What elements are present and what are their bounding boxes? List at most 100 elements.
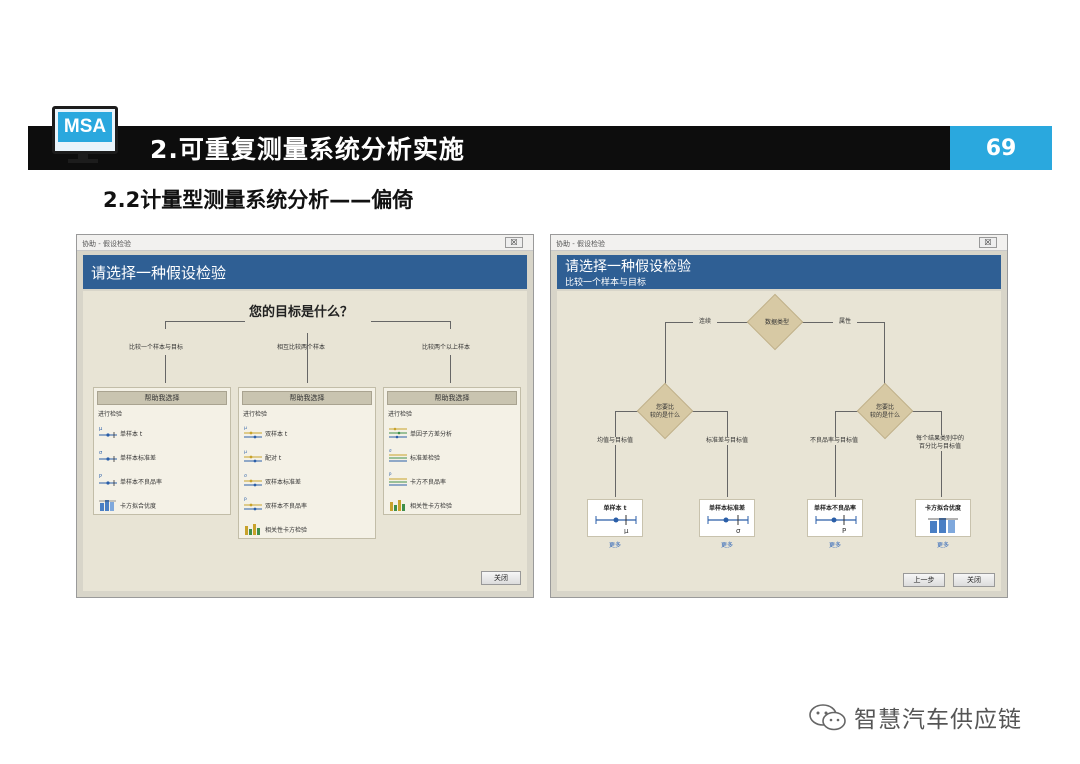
edge-label-continuous: 连续 — [693, 318, 717, 326]
svg-text:P: P — [244, 497, 247, 503]
card-symbol: σ — [736, 527, 741, 534]
test-item-one-way-anova[interactable]: 单因子方差分析 — [384, 422, 520, 446]
svg-text:μ: μ — [244, 426, 247, 431]
test-item-2-sample-stdev[interactable]: σ 双样本标准差 — [239, 470, 375, 494]
svg-text:P: P — [389, 472, 392, 477]
card-1-proportion[interactable]: 单样本不良品率 P — [807, 499, 863, 537]
hypothesis-test-dialog-goal: 协助 - 假设检验 ☒ 请选择一种假设检验 您的目标是什么？ 比较一个样本与目标… — [76, 234, 534, 598]
panel-two-samples: 帮助我选择 进行检验 μ 双样本 t μ 配对 t σ 双样本标准差 P 双样本… — [238, 387, 376, 539]
edge-label-attribute: 属性 — [833, 318, 857, 326]
branch-label-one-sample: 比较一个样本与目标 — [129, 344, 184, 351]
test-item-chi-square-proportions[interactable]: P 卡方不良品率 — [384, 470, 520, 494]
close-button[interactable]: 关闭 — [953, 573, 995, 587]
test-item-2-sample-t[interactable]: μ 双样本 t — [239, 422, 375, 446]
leaf-label-percent: 每个结果类别中的 百分比与目标值 — [907, 435, 973, 451]
bar-chart-icon — [928, 518, 958, 533]
test-item-chi-square-gof[interactable]: 卡方拟合优度 — [94, 494, 230, 518]
window-title: 协助 - 假设检验 — [82, 240, 131, 248]
decision-label: 您要比 较的是什么 — [867, 404, 903, 420]
multi-p-icon: P — [389, 472, 407, 486]
window-close-button[interactable]: ☒ — [979, 237, 997, 248]
connector-line — [884, 322, 885, 388]
test-item-label: 单因子方差分析 — [410, 431, 453, 438]
card-chi-square-gof[interactable]: 卡方拟合优度 — [915, 499, 971, 537]
test-item-paired-t[interactable]: μ 配对 t — [239, 446, 375, 470]
banner-subtitle: 比较一个样本与目标 — [565, 278, 647, 288]
test-item-label: 卡方拟合优度 — [120, 503, 157, 510]
card-1-sample-t[interactable]: 单样本 t μ — [587, 499, 643, 537]
panel-more-samples: 帮助我选择 进行检验 单因子方差分析 σ 标准差检验 P 卡方不良品率 相关性卡… — [383, 387, 521, 515]
leaf-label-line: 每个结果类别中的 — [915, 435, 964, 442]
window-close-button[interactable]: ☒ — [505, 237, 523, 248]
test-item-1-sample-t[interactable]: μ 单样本 t — [94, 422, 230, 446]
svg-text:σ: σ — [389, 448, 392, 453]
test-item-2-proportions[interactable]: P 双样本不良品率 — [239, 494, 375, 518]
connector-line — [165, 321, 166, 329]
card-1-sample-stdev[interactable]: 单样本标准差 σ — [699, 499, 755, 537]
test-item-label: 卡方不良品率 — [410, 479, 447, 486]
svg-text:σ: σ — [244, 474, 247, 479]
mu-two-interval-icon: μ — [244, 426, 262, 439]
sigma-interval-icon: σ — [99, 450, 117, 462]
slide-title: 2.可重复测量系统分析实施 — [150, 135, 465, 164]
bar-chart-green-icon — [390, 500, 405, 511]
card-symbol: μ — [624, 527, 629, 534]
connector-arrow — [307, 333, 308, 383]
msa-monitor-icon: MSA — [52, 106, 118, 154]
panel-subheading: 进行检验 — [98, 411, 123, 418]
connector-line — [450, 321, 451, 329]
banner-title: 请选择一种假设检验 — [91, 264, 227, 282]
more-link[interactable]: 更多 — [915, 540, 971, 549]
close-button[interactable]: 关闭 — [481, 571, 521, 585]
mu-target-icon: μ — [595, 515, 637, 534]
test-item-label: 双样本 t — [265, 431, 288, 438]
svg-text:σ: σ — [99, 450, 103, 456]
card-title: 单样本标准差 — [708, 505, 745, 512]
connector-line — [665, 322, 666, 388]
panel-subheading: 进行检验 — [243, 411, 268, 418]
slide-subtitle: 2.2计量型测量系统分析——偏倚 — [103, 188, 414, 212]
hypothesis-test-dialog-one-sample: 协助 - 假设检验 ☒ 请选择一种假设检验 比较一个样本与目标 数据类型 连续 … — [550, 234, 1008, 598]
connector-line — [371, 321, 451, 322]
test-item-label: 相关性卡方检验 — [410, 503, 453, 510]
test-item-chi-square-association[interactable]: 相关性卡方检验 — [239, 518, 375, 542]
test-item-label: 相关性卡方检验 — [265, 527, 308, 534]
leaf-label-proportion: 不良品率与目标值 — [801, 437, 867, 445]
sigma-target-icon: σ — [707, 515, 749, 534]
p-two-interval-icon: P — [244, 497, 262, 511]
help-me-choose-button[interactable]: 帮助我选择 — [387, 391, 517, 405]
mu-two-interval-icon: μ — [244, 450, 262, 463]
card-title: 卡方拟合优度 — [924, 505, 961, 512]
page-number: 69 — [950, 126, 1052, 170]
card-title: 单样本不良品率 — [813, 505, 856, 512]
p-interval-icon: P — [99, 474, 117, 486]
svg-text:μ: μ — [244, 450, 247, 455]
branch-label-more-samples: 比较两个以上样本 — [422, 344, 471, 351]
msa-logo-text: MSA — [58, 112, 112, 142]
more-link[interactable]: 更多 — [699, 540, 755, 549]
test-item-stdev-test[interactable]: σ 标准差检验 — [384, 446, 520, 470]
connector-line — [165, 321, 245, 322]
multi-mean-icon — [389, 427, 407, 439]
test-item-1-sample-stdev[interactable]: σ 单样本标准差 — [94, 446, 230, 470]
connector-arrow — [941, 411, 942, 497]
decision-label-line: 较的是什么 — [649, 412, 680, 419]
wechat-icon — [809, 704, 846, 731]
mu-interval-icon: μ — [99, 426, 117, 438]
more-link[interactable]: 更多 — [587, 540, 643, 549]
multi-sigma-icon: σ — [389, 448, 407, 462]
connector-arrow — [165, 355, 166, 383]
window-title: 协助 - 假设检验 — [556, 240, 605, 248]
test-item-label: 标准差检验 — [410, 455, 441, 462]
help-me-choose-button[interactable]: 帮助我选择 — [242, 391, 372, 405]
test-item-chi-square-association[interactable]: 相关性卡方检验 — [384, 494, 520, 518]
goal-question: 您的目标是什么？ — [249, 305, 354, 320]
decision-label-line: 您要比 — [875, 404, 894, 411]
help-me-choose-button[interactable]: 帮助我选择 — [97, 391, 227, 405]
test-item-label: 单样本标准差 — [120, 455, 157, 462]
branch-label-two-samples: 相互比较两个样本 — [277, 344, 326, 351]
back-button[interactable]: 上一步 — [903, 573, 945, 587]
dialog-banner: 请选择一种假设检验 — [83, 255, 527, 289]
more-link[interactable]: 更多 — [807, 540, 863, 549]
test-item-1-proportion[interactable]: P 单样本不良品率 — [94, 470, 230, 494]
